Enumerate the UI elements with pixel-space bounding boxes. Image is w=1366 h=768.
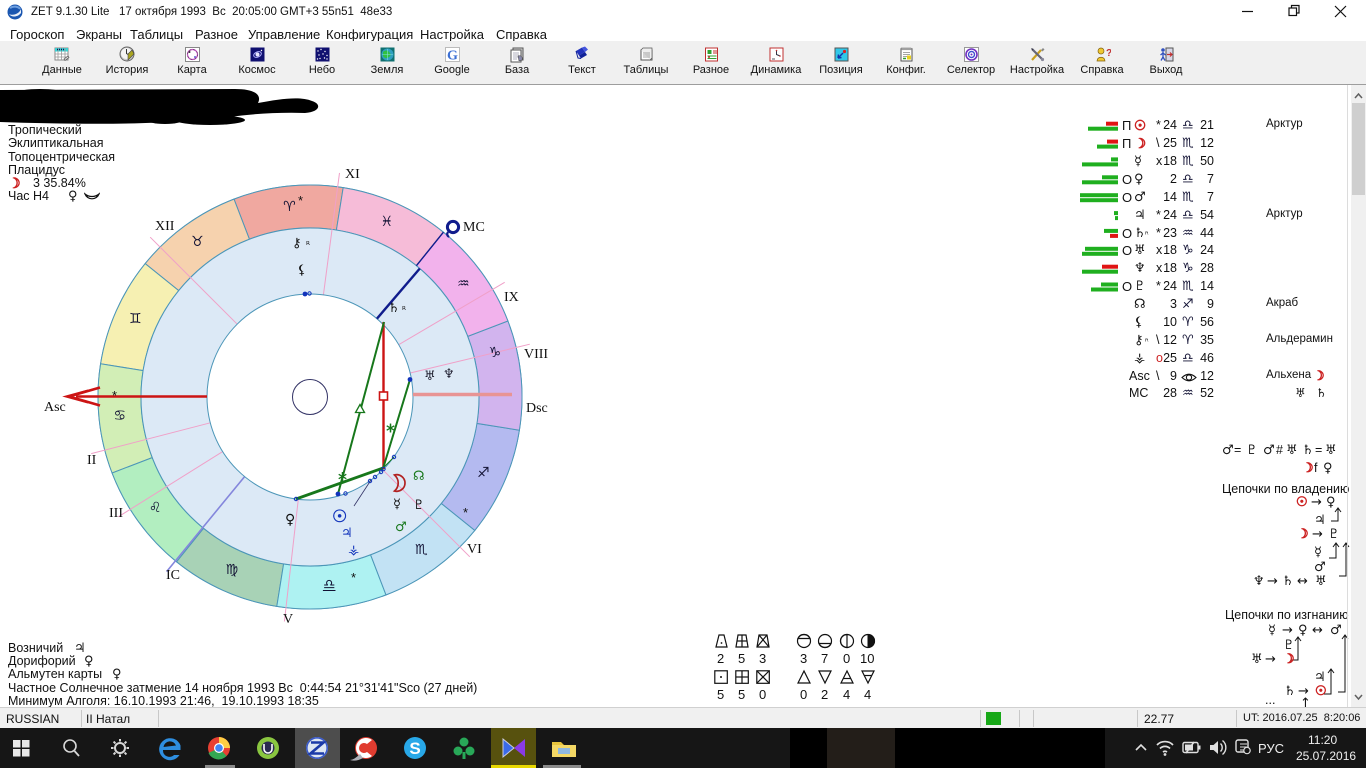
svg-text:S: S xyxy=(409,739,420,758)
svg-text:?: ? xyxy=(1106,48,1111,59)
svg-text:G: G xyxy=(447,49,458,64)
